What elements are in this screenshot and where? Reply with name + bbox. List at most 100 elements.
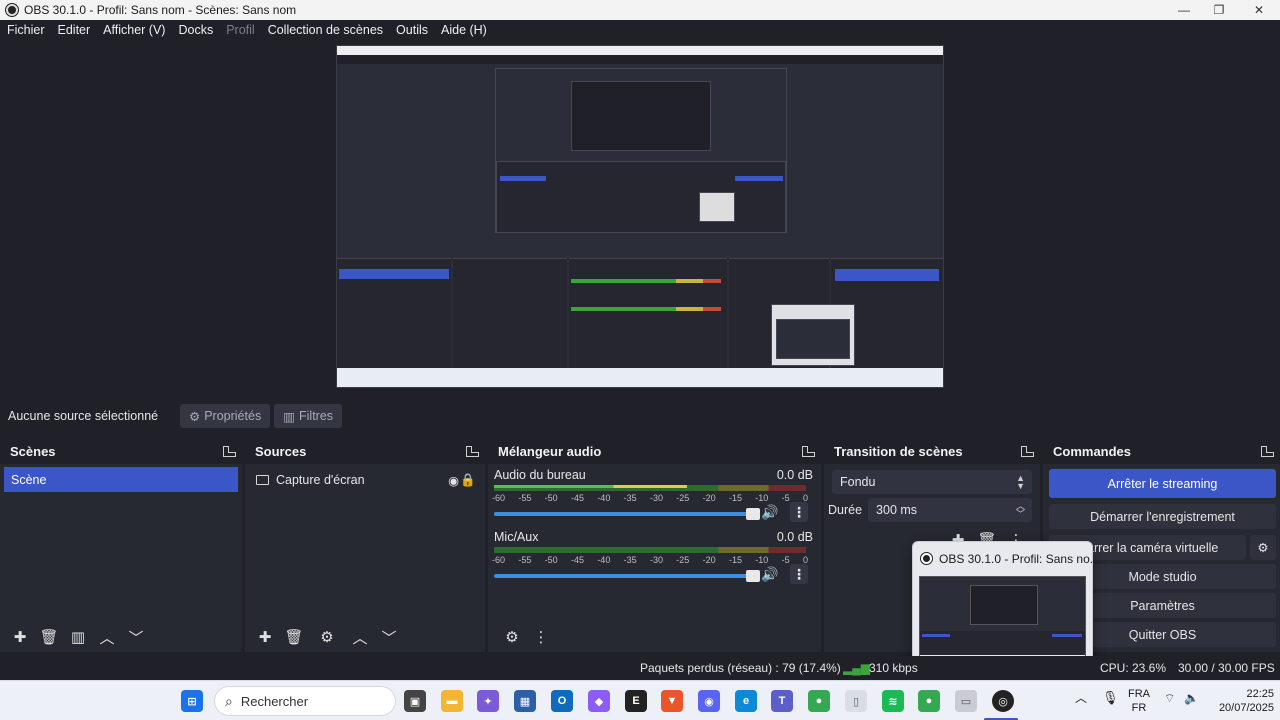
advanced-audio-button[interactable]: ⚙ — [498, 625, 526, 649]
undock-icon[interactable] — [466, 445, 479, 457]
preview-mini-stream-highlight — [835, 269, 939, 281]
meter-scale-tick: -40 — [597, 555, 611, 565]
transition-select[interactable]: Fondu ▲ ▼ — [832, 470, 1032, 494]
minimize-button[interactable]: — — [1164, 0, 1204, 20]
volume-slider-handle[interactable] — [746, 508, 760, 520]
undock-icon[interactable] — [1021, 445, 1034, 457]
volume-slider-handle[interactable] — [746, 570, 760, 582]
undock-icon[interactable] — [223, 445, 236, 457]
meter-scale-tick: -20 — [702, 555, 716, 565]
speaker-icon[interactable]: 🔊 — [761, 504, 778, 521]
discord-icon[interactable]: ◉ — [698, 690, 720, 712]
clock[interactable]: 22:25 20/07/2025 — [1208, 687, 1274, 715]
source-list-item[interactable]: Capture d'écran ◉ 🔒 — [245, 466, 485, 494]
no-source-label: Aucune source sélectionné — [8, 409, 159, 423]
obs-app-icon — [6, 4, 18, 16]
mixer-menu-button[interactable]: ⋮ — [527, 625, 555, 649]
filters-label: Filtres — [299, 409, 334, 423]
thumb-docks — [920, 631, 1085, 657]
duration-label: Durée — [828, 503, 863, 517]
teams-icon[interactable]: T — [771, 690, 793, 712]
undock-icon[interactable] — [1261, 445, 1274, 457]
app-icon[interactable]: ▭ — [955, 690, 977, 712]
remove-scene-button[interactable]: 🗑 — [35, 625, 63, 649]
move-scene-up-button[interactable]: ︿ — [93, 625, 121, 649]
maximize-button[interactable]: ❐ — [1199, 0, 1239, 20]
menu-aide[interactable]: Aide (H) — [441, 23, 487, 37]
brave-icon[interactable]: ▼ — [661, 690, 683, 712]
move-source-up-button[interactable]: ︿ — [346, 625, 374, 649]
epic-games-icon[interactable]: E — [625, 690, 647, 712]
wifi-icon[interactable]: ⌔ — [1164, 691, 1175, 705]
start-recording-button[interactable]: Démarrer l'enregistrement — [1049, 504, 1276, 529]
microphone-icon[interactable]: 🎙 — [1102, 691, 1119, 705]
notepad-icon[interactable]: ▯ — [845, 690, 867, 712]
taskbar-thumbnail-popup[interactable]: OBS 30.1.0 - Profil: Sans no... — [912, 541, 1100, 667]
undock-icon[interactable] — [802, 445, 815, 457]
meter-scale-tick: -20 — [702, 493, 716, 503]
eye-icon[interactable]: ◉ — [448, 473, 459, 488]
outlook-icon[interactable]: O — [551, 690, 573, 712]
thumb-stream-highlight — [1052, 634, 1082, 637]
volume-slider[interactable] — [494, 570, 760, 582]
meter-scale-tick: -10 — [755, 555, 769, 565]
menu-editer[interactable]: Editer — [58, 23, 91, 37]
scene-filters-button[interactable]: ▥ — [64, 625, 92, 649]
preview-nested-popup — [699, 192, 735, 222]
volume-meter — [494, 547, 806, 553]
transitions-dock-title: Transition de scènes — [834, 443, 963, 459]
chrome-profile-icon[interactable]: ● — [918, 690, 940, 712]
meter-scale-tick: -45 — [570, 493, 584, 503]
properties-button[interactable]: ⚙ Propriétés — [180, 404, 271, 428]
add-source-button[interactable]: ✚ — [251, 625, 279, 649]
move-source-down-button[interactable]: ﹀ — [375, 625, 403, 649]
speaker-icon[interactable]: 🔊 — [761, 566, 778, 583]
popup-window-thumbnail[interactable] — [919, 576, 1086, 662]
move-scene-down-button[interactable]: ﹀ — [122, 625, 150, 649]
file-explorer-icon[interactable]: ▬ — [441, 690, 463, 712]
channel-menu-button[interactable]: ⋮ — [790, 502, 808, 522]
stop-streaming-button[interactable]: Arrêter le streaming — [1049, 469, 1276, 498]
remove-source-button[interactable]: 🗑 — [280, 625, 308, 649]
meter-scale-tick: -55 — [518, 555, 532, 565]
channel-menu-button[interactable]: ⋮ — [790, 564, 808, 584]
menu-afficher[interactable]: Afficher (V) — [103, 23, 165, 37]
program-preview[interactable] — [336, 45, 944, 388]
task-view-icon[interactable]: ▣ — [404, 690, 426, 712]
search-icon: ⌕ — [225, 692, 233, 709]
preview-nested-stream-highlight — [735, 176, 783, 181]
meter-scale-tick: -25 — [676, 493, 690, 503]
language-top: FRA — [1128, 688, 1150, 700]
copilot-icon[interactable]: ✦ — [477, 690, 499, 712]
chrome-icon[interactable]: ● — [808, 690, 830, 712]
volume-meter — [494, 485, 806, 491]
duration-spinbox[interactable]: 300 ms ︿ ﹀ — [868, 498, 1032, 522]
meter-scale-tick: -30 — [649, 493, 663, 503]
edge-icon[interactable]: e — [735, 690, 757, 712]
source-properties-button[interactable]: ⚙ — [313, 625, 341, 649]
volume-icon[interactable]: 🔈 — [1184, 691, 1199, 705]
volume-slider[interactable] — [494, 508, 760, 520]
menu-collection-scenes[interactable]: Collection de scènes — [268, 23, 383, 37]
add-scene-button[interactable]: ✚ — [6, 625, 34, 649]
menu-docks[interactable]: Docks — [178, 23, 213, 37]
taskbar-search[interactable]: ⌕ Rechercher — [214, 686, 396, 716]
menu-outils[interactable]: Outils — [396, 23, 428, 37]
audio-mixer-dock: Mélangeur audio Audio du bureau 0.0 dB -… — [488, 438, 821, 652]
obs-taskbar-icon[interactable]: ◎ — [992, 690, 1014, 712]
windows-start-icon[interactable]: ⊞ — [181, 690, 203, 712]
virtual-camera-settings-icon[interactable]: ⚙ — [1250, 535, 1276, 560]
menu-profil[interactable]: Profil — [226, 23, 254, 37]
close-button[interactable]: ✕ — [1239, 0, 1279, 20]
language-indicator[interactable]: FRA FR — [1124, 687, 1154, 715]
language-bottom: FR — [1131, 702, 1147, 714]
chevron-up-icon[interactable]: ︿ — [1075, 691, 1087, 705]
store-icon[interactable]: ▦ — [514, 690, 536, 712]
filters-button[interactable]: ▥ Filtres — [274, 404, 343, 428]
menu-fichier[interactable]: Fichier — [7, 23, 45, 37]
scene-list-item[interactable]: Scène — [4, 467, 238, 492]
app-icon[interactable]: ◆ — [588, 690, 610, 712]
spotify-icon[interactable]: ≋ — [882, 690, 904, 712]
lock-icon[interactable]: 🔒 — [460, 473, 476, 488]
channel-name: Audio du bureau — [494, 468, 586, 482]
